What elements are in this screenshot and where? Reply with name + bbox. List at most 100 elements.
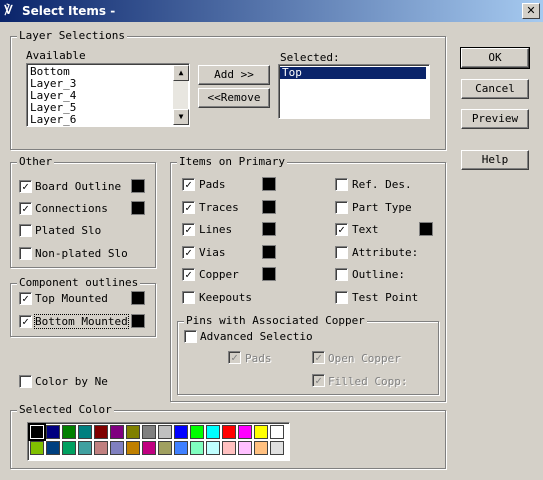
color-swatch[interactable] (131, 179, 145, 193)
color-cell[interactable] (190, 441, 204, 455)
preview-button[interactable]: Preview (461, 109, 529, 129)
color-cell[interactable] (238, 441, 252, 455)
available-list[interactable]: Bottom Layer_3 Layer_4 Layer_5 Layer_6 ▲ ▼ (26, 63, 190, 127)
advanced-selection-label: Advanced Selectio (200, 330, 313, 343)
color-cell[interactable] (110, 425, 124, 439)
color-by-net-checkbox[interactable] (19, 375, 32, 388)
color-cell[interactable] (254, 425, 268, 439)
primary-label: Text (352, 223, 379, 236)
color-cell[interactable] (30, 441, 44, 455)
open-copper-checkbox[interactable]: ✓ (312, 351, 325, 364)
color-cell[interactable] (110, 441, 124, 455)
color-cell[interactable] (158, 425, 172, 439)
other-label: Connections (35, 202, 108, 215)
color-cell[interactable] (190, 425, 204, 439)
color-swatch[interactable] (131, 314, 145, 328)
primary-label: Traces (199, 201, 239, 214)
component-label: Bottom Mounted (34, 314, 129, 329)
color-cell[interactable] (238, 425, 252, 439)
color-cell[interactable] (142, 441, 156, 455)
color-cell[interactable] (222, 425, 236, 439)
primary-checkbox[interactable] (335, 178, 348, 191)
scroll-up-icon[interactable]: ▲ (173, 65, 189, 81)
color-cell[interactable] (94, 425, 108, 439)
color-cell[interactable] (78, 425, 92, 439)
color-cell[interactable] (62, 425, 76, 439)
color-swatch[interactable] (131, 201, 145, 215)
color-swatch[interactable] (262, 200, 276, 214)
color-cell[interactable] (206, 425, 220, 439)
selected-color-legend: Selected Color (17, 403, 114, 416)
cancel-button[interactable]: Cancel (461, 79, 529, 99)
primary-label: Vias (199, 246, 226, 259)
advanced-selection-checkbox[interactable] (184, 330, 197, 343)
color-cell[interactable] (174, 441, 188, 455)
app-icon: ℣ (4, 3, 14, 17)
primary-checkbox[interactable]: ✓ (182, 268, 195, 281)
primary-checkbox[interactable]: ✓ (182, 201, 195, 214)
color-by-net-label: Color by Ne (35, 375, 108, 388)
color-cell[interactable] (46, 425, 60, 439)
pins-pads-checkbox[interactable]: ✓ (228, 351, 241, 364)
component-checkbox[interactable]: ✓ (19, 292, 32, 305)
color-cell[interactable] (142, 425, 156, 439)
selected-list[interactable]: Top (278, 64, 430, 119)
remove-button[interactable]: <<Remove (198, 88, 270, 108)
other-checkbox[interactable]: ✓ (19, 202, 32, 215)
primary-checkbox[interactable]: ✓ (182, 178, 195, 191)
available-scrollbar[interactable]: ▲ ▼ (173, 65, 189, 125)
add-button[interactable]: Add >> (198, 65, 270, 85)
color-cell[interactable] (270, 441, 284, 455)
list-item[interactable]: Layer_6 (28, 114, 172, 126)
color-cell[interactable] (28, 423, 46, 441)
primary-checkbox[interactable] (335, 201, 348, 214)
filled-copper-checkbox[interactable]: ✓ (312, 374, 325, 387)
primary-checkbox[interactable] (335, 268, 348, 281)
primary-checkbox[interactable]: ✓ (182, 246, 195, 259)
color-cell[interactable] (126, 441, 140, 455)
close-button[interactable]: ✕ (522, 3, 540, 19)
primary-checkbox[interactable] (335, 291, 348, 304)
other-legend: Other (17, 155, 55, 168)
color-cell[interactable] (126, 425, 140, 439)
color-cell[interactable] (174, 425, 188, 439)
color-cell[interactable] (158, 441, 172, 455)
color-swatch[interactable] (419, 222, 433, 236)
other-label: Non-plated Slo (35, 247, 128, 260)
layer-selections-legend: Layer Selections (17, 29, 127, 42)
other-label: Board Outline (35, 180, 122, 193)
color-swatch[interactable] (262, 177, 276, 191)
help-button[interactable]: Help (461, 150, 529, 170)
color-swatch[interactable] (262, 267, 276, 281)
primary-checkbox[interactable] (182, 291, 195, 304)
primary-label: Outline: (352, 268, 405, 281)
color-cell[interactable] (222, 441, 236, 455)
primary-checkbox[interactable]: ✓ (182, 223, 195, 236)
color-cell[interactable] (206, 441, 220, 455)
primary-checkbox[interactable]: ✓ (335, 223, 348, 236)
scroll-down-icon[interactable]: ▼ (173, 109, 189, 125)
other-checkbox[interactable]: ✓ (19, 180, 32, 193)
primary-label: Copper (199, 268, 239, 281)
primary-label: Part Type (352, 201, 412, 214)
color-swatch[interactable] (262, 245, 276, 259)
title-bar[interactable]: ℣ Select Items - ✕ (0, 0, 543, 22)
other-checkbox[interactable] (19, 224, 32, 237)
color-cell[interactable] (254, 441, 268, 455)
available-label: Available (26, 49, 86, 62)
color-cell[interactable] (62, 441, 76, 455)
color-swatch[interactable] (131, 291, 145, 305)
component-label: Top Mounted (35, 292, 108, 305)
color-cell[interactable] (78, 441, 92, 455)
color-cell[interactable] (270, 425, 284, 439)
primary-checkbox[interactable] (335, 246, 348, 259)
other-checkbox[interactable] (19, 247, 32, 260)
filled-copper-label: Filled Copp: (328, 375, 408, 388)
component-checkbox[interactable]: ✓ (19, 315, 32, 328)
color-swatch[interactable] (262, 222, 276, 236)
ok-button[interactable]: OK (460, 47, 530, 69)
color-cell[interactable] (46, 441, 60, 455)
primary-label: Attribute: (352, 246, 419, 259)
color-cell[interactable] (94, 441, 108, 455)
list-item[interactable]: Top (280, 67, 426, 79)
